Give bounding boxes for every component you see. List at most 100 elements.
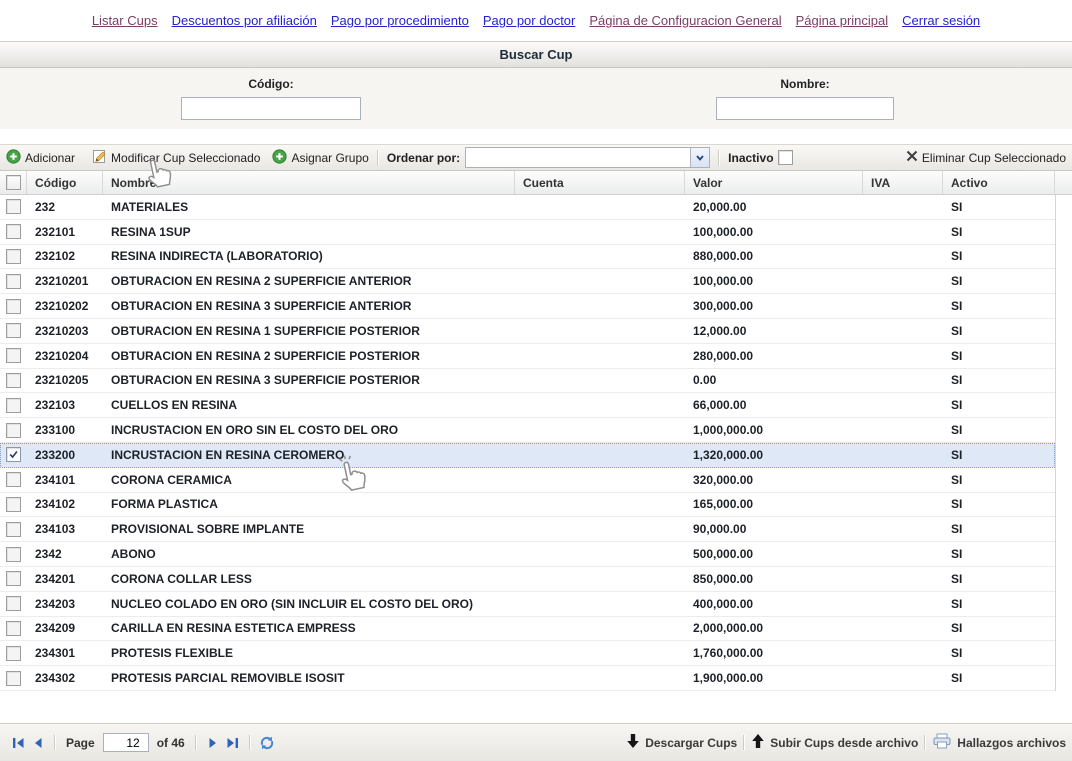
footer-separator [924, 735, 926, 750]
page-label: Page [66, 736, 95, 750]
nav-link-cerrar-sesion[interactable]: Cerrar sesión [902, 13, 980, 28]
table-row[interactable]: 234201CORONA COLLAR LESS850,000.00SI [0, 567, 1055, 592]
first-page-icon[interactable] [8, 733, 28, 753]
cell-activo: SI [943, 299, 1055, 313]
table-row[interactable]: 234301PROTESIS FLEXIBLE1,760,000.00SI [0, 641, 1055, 666]
column-header-valor[interactable]: Valor [685, 171, 863, 194]
asignar-grupo-button[interactable]: Asignar Grupo [272, 149, 368, 167]
ordenar-por-select[interactable] [465, 147, 710, 168]
nav-link-pagina-de-configuracion-general[interactable]: Página de Configuracion General [589, 13, 781, 28]
chevron-down-icon[interactable] [690, 148, 709, 167]
header-gutter [1055, 171, 1072, 194]
inactivo-checkbox[interactable] [778, 150, 793, 165]
subir-cups-button[interactable]: Subir Cups desde archivo [751, 733, 918, 752]
table-row[interactable]: 2342ABONO500,000.00SI [0, 542, 1055, 567]
cell-activo: SI [943, 274, 1055, 288]
row-checkbox[interactable] [6, 671, 21, 686]
table-row[interactable]: 232103CUELLOS EN RESINA66,000.00SI [0, 393, 1055, 418]
asignar-label: Asignar Grupo [291, 151, 368, 165]
row-checkbox[interactable] [6, 596, 21, 611]
nav-link-pagina-principal[interactable]: Página principal [796, 13, 889, 28]
eliminar-label: Eliminar Cup Seleccionado [922, 151, 1066, 165]
codigo-input[interactable] [181, 97, 361, 120]
nav-link-pago-por-doctor[interactable]: Pago por doctor [483, 13, 576, 28]
row-checkbox[interactable] [6, 547, 21, 562]
row-checkbox[interactable] [6, 323, 21, 338]
column-header-codigo[interactable]: Código [27, 171, 103, 194]
nav-link-descuentos-por-afiliacion[interactable]: Descuentos por afiliación [172, 13, 317, 28]
row-checkbox[interactable] [6, 274, 21, 289]
table-row[interactable]: 233100INCRUSTACION EN ORO SIN EL COSTO D… [0, 418, 1055, 443]
row-checkbox-cell [0, 274, 27, 289]
column-header-activo[interactable]: Activo [943, 171, 1055, 194]
row-checkbox[interactable] [6, 299, 21, 314]
table-row[interactable]: 23210202OBTURACION EN RESINA 3 SUPERFICI… [0, 294, 1055, 319]
row-checkbox[interactable] [6, 224, 21, 239]
select-all-checkbox-cell [0, 171, 27, 194]
row-checkbox[interactable] [6, 571, 21, 586]
nombre-input[interactable] [716, 97, 894, 120]
row-checkbox[interactable] [6, 472, 21, 487]
row-checkbox[interactable] [6, 398, 21, 413]
hallazgos-archivos-button[interactable]: Hallazgos archivos [932, 733, 1066, 752]
nav-link-listar-cups[interactable]: Listar Cups [92, 13, 158, 28]
edit-pencil-icon [91, 148, 107, 167]
cell-activo: SI [943, 373, 1055, 387]
table-row[interactable]: 232MATERIALES20,000.00SI [0, 195, 1055, 220]
modificar-cup-button[interactable]: Modificar Cup Seleccionado [91, 148, 260, 167]
row-checkbox[interactable] [6, 646, 21, 661]
column-header-nombre[interactable]: Nombre [103, 171, 515, 194]
cell-valor: 1,320,000.00 [685, 448, 863, 462]
table-row[interactable]: 234209CARILLA EN RESINA ESTETICA EMPRESS… [0, 617, 1055, 642]
table-row[interactable]: 23210203OBTURACION EN RESINA 1 SUPERFICI… [0, 319, 1055, 344]
cell-valor: 100,000.00 [685, 274, 863, 288]
cell-activo: SI [943, 671, 1055, 685]
row-checkbox[interactable] [6, 373, 21, 388]
row-checkbox[interactable] [6, 199, 21, 214]
row-checkbox[interactable] [6, 249, 21, 264]
cell-activo: SI [943, 621, 1055, 635]
prev-page-icon[interactable] [28, 733, 48, 753]
table-row[interactable]: 23210205OBTURACION EN RESINA 3 SUPERFICI… [0, 369, 1055, 394]
panel-title-bar: Buscar Cup [0, 41, 1072, 68]
cell-nombre: CARILLA EN RESINA ESTETICA EMPRESS [103, 621, 515, 635]
row-checkbox-cell [0, 199, 27, 214]
printer-icon [932, 733, 952, 752]
cell-codigo: 232 [27, 200, 103, 214]
table-row[interactable]: 232101RESINA 1SUP100,000.00SI [0, 220, 1055, 245]
row-checkbox-cell [0, 571, 27, 586]
table-row[interactable]: 234101CORONA CERAMICA320,000.00SI [0, 468, 1055, 493]
nav-link-pago-por-procedimiento[interactable]: Pago por procedimiento [331, 13, 469, 28]
column-header-cuenta[interactable]: Cuenta [515, 171, 685, 194]
descargar-cups-button[interactable]: Descargar Cups [626, 733, 737, 752]
adicionar-button[interactable]: Adicionar [6, 149, 75, 167]
table-row[interactable]: 232102RESINA INDIRECTA (LABORATORIO)880,… [0, 245, 1055, 270]
cell-valor: 1,900,000.00 [685, 671, 863, 685]
row-checkbox[interactable] [6, 348, 21, 363]
table-row[interactable]: 234102FORMA PLASTICA165,000.00SI [0, 493, 1055, 518]
table-row[interactable]: 23210201OBTURACION EN RESINA 2 SUPERFICI… [0, 269, 1055, 294]
table-row[interactable]: 233200INCRUSTACION EN RESINA CEROMERO1,3… [0, 443, 1055, 468]
table-row[interactable]: 23210204OBTURACION EN RESINA 2 SUPERFICI… [0, 344, 1055, 369]
cell-valor: 2,000,000.00 [685, 621, 863, 635]
row-checkbox[interactable] [6, 423, 21, 438]
cell-activo: SI [943, 572, 1055, 586]
refresh-icon[interactable] [257, 733, 277, 753]
row-checkbox[interactable] [6, 447, 21, 462]
last-page-icon[interactable] [223, 733, 243, 753]
row-checkbox[interactable] [6, 522, 21, 537]
row-checkbox[interactable] [6, 621, 21, 636]
table-row[interactable]: 234103PROVISIONAL SOBRE IMPLANTE90,000.0… [0, 517, 1055, 542]
footer-separator [195, 735, 197, 750]
eliminar-cup-button[interactable]: Eliminar Cup Seleccionado [906, 150, 1066, 165]
table-row[interactable]: 234203NUCLEO COLADO EN ORO (SIN INCLUIR … [0, 592, 1055, 617]
row-checkbox[interactable] [6, 497, 21, 512]
page-number-input[interactable] [103, 733, 149, 752]
cell-nombre: OBTURACION EN RESINA 2 SUPERFICIE ANTERI… [103, 274, 515, 288]
select-all-checkbox[interactable] [6, 175, 21, 190]
modificar-label: Modificar Cup Seleccionado [111, 151, 260, 165]
row-checkbox-cell [0, 299, 27, 314]
next-page-icon[interactable] [203, 733, 223, 753]
column-header-iva[interactable]: IVA [863, 171, 943, 194]
table-row[interactable]: 234302PROTESIS PARCIAL REMOVIBLE ISOSIT1… [0, 666, 1055, 691]
